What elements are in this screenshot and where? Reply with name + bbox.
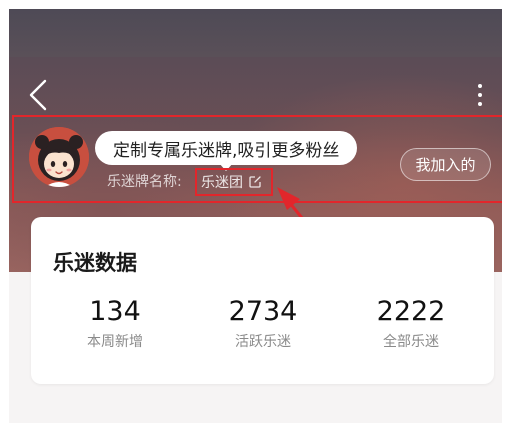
stat-label: 活跃乐迷	[235, 334, 291, 350]
fan-badge-name-label: 乐迷牌名称:	[107, 174, 182, 190]
joined-button[interactable]: 我加入的	[400, 148, 491, 181]
more-vertical-icon-dot	[478, 93, 482, 97]
top-strip	[9, 9, 502, 57]
fan-badge-tooltip: 定制专属乐迷牌,吸引更多粉丝	[95, 131, 358, 165]
stats-title: 乐迷数据	[53, 251, 137, 275]
back-button[interactable]	[25, 75, 51, 115]
chevron-left-icon	[29, 79, 47, 111]
stat-value: 134	[89, 296, 141, 327]
fan-stats-card: 乐迷数据 134 本周新增 2734 活跃乐迷 2222 全部乐迷	[31, 217, 494, 384]
fan-badge-name-row: 乐迷牌名称:	[107, 169, 182, 193]
edit-icon	[249, 176, 261, 188]
avatar[interactable]	[29, 127, 89, 187]
more-vertical-icon	[478, 84, 482, 88]
stat-all-fans[interactable]: 2222 全部乐迷	[341, 297, 481, 351]
more-button[interactable]	[468, 75, 492, 115]
stat-value: 2734	[228, 296, 298, 327]
avatar-girl-icon	[29, 127, 89, 187]
stat-label: 全部乐迷	[383, 334, 439, 350]
fan-badge-name-value: 乐迷团	[201, 175, 243, 191]
app-screen: 定制专属乐迷牌,吸引更多粉丝 乐迷牌名称: 乐迷团 我加入的 乐迷数据 134 …	[9, 9, 502, 423]
more-vertical-icon-dot	[478, 102, 482, 106]
stat-weekly-new[interactable]: 134 本周新增	[45, 297, 185, 351]
fan-badge-name-edit[interactable]: 乐迷团	[195, 168, 273, 196]
stat-active-fans[interactable]: 2734 活跃乐迷	[193, 297, 333, 351]
stat-label: 本周新增	[87, 334, 143, 350]
stat-value: 2222	[376, 296, 446, 327]
